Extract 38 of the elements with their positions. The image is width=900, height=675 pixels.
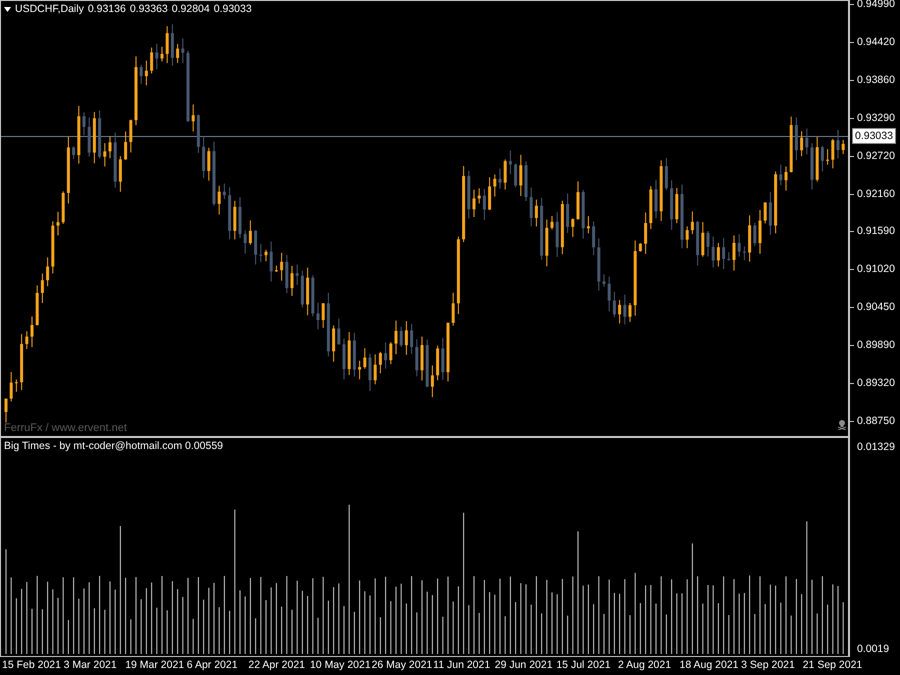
price-axis-label: 0.91020	[857, 263, 895, 276]
ohlc-value: 0.93136	[88, 3, 126, 15]
time-axis-label: 21 Sep 2021	[802, 658, 864, 673]
price-axis-label: 0.89890	[857, 339, 895, 352]
price-axis-label: 0.88750	[857, 415, 895, 427]
price-axis-label: 0.92160	[857, 188, 895, 200]
ohlc-value: 0.93363	[130, 3, 168, 15]
time-axis-label: 11 Jun 2021	[433, 658, 492, 673]
time-axis-label: 3 Sep 2021	[741, 658, 796, 673]
indicator-label: Big Times - by mt-coder@hotmail.com 0.00559	[4, 440, 223, 452]
credit-text: FerruFx / www.ervent.net	[4, 422, 127, 434]
price-axis-label: 0.89320	[857, 377, 895, 390]
ohlc-value: 0.93033	[214, 3, 252, 15]
time-axis-label: 10 May 2021	[310, 658, 372, 673]
price-axis-label: 0.94420	[857, 36, 895, 48]
price-axis-label: 0.93860	[857, 74, 895, 86]
time-axis-label: 18 Aug 2021	[680, 658, 740, 673]
indicator-scale-label: 0.01329	[857, 441, 895, 453]
price-axis-label: 0.91590	[857, 225, 895, 238]
time-axis-label: 15 Jul 2021	[556, 658, 612, 673]
time-axis-label: 22 Apr 2021	[248, 658, 306, 673]
time-axis-label: 29 Jun 2021	[494, 658, 554, 673]
ohlc-value: 0.92804	[172, 3, 210, 15]
price-axis-label: 0.90450	[857, 301, 895, 314]
skull-icon	[838, 420, 846, 430]
price-axis-label: 0.92720	[857, 150, 895, 162]
indicator-scale-label: 0.0019	[857, 643, 890, 655]
time-axis-label: 2 Aug 2021	[618, 658, 672, 673]
dropdown-triangle-icon[interactable]	[4, 6, 11, 12]
time-axis-label: 26 May 2021	[372, 658, 434, 673]
symbol-timeframe: USDCHF,Daily	[15, 3, 84, 15]
price-axis-label: 0.94990	[857, 0, 895, 10]
current-price-label: 0.93033	[852, 128, 896, 144]
time-axis-label: 19 Mar 2021	[125, 658, 186, 673]
time-axis-label: 3 Mar 2021	[64, 658, 118, 673]
time-axis-label: 15 Feb 2021	[2, 658, 62, 673]
time-axis-label: 6 Apr 2021	[186, 658, 239, 673]
price-axis-label: 0.93290	[857, 112, 895, 124]
